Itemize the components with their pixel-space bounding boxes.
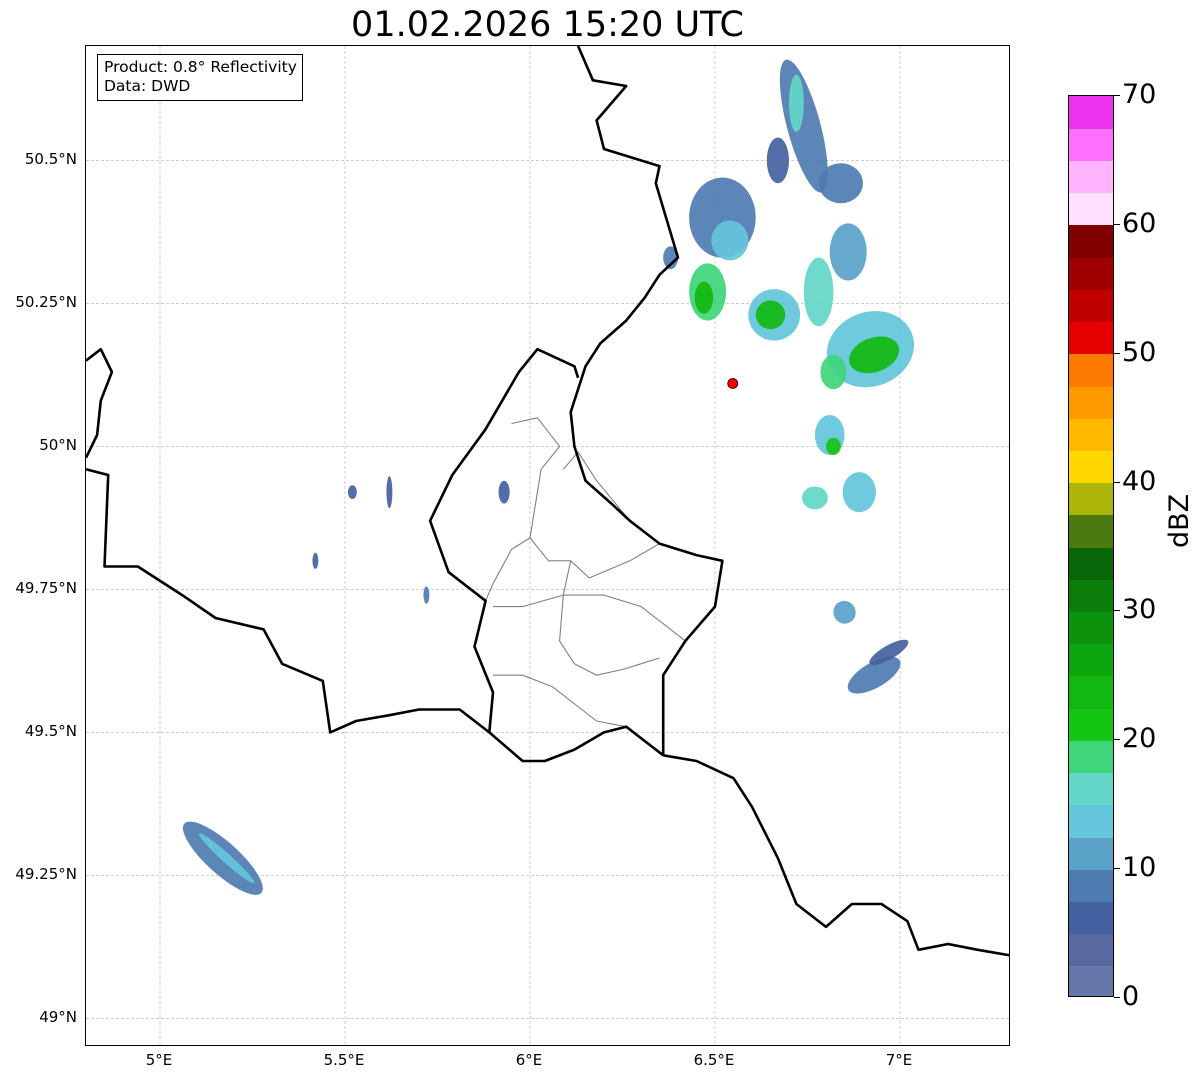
lat-tick-label: 49.75°N bbox=[15, 579, 77, 598]
colorbar-segment bbox=[1069, 482, 1113, 516]
colorbar-tick-label: 20 bbox=[1122, 723, 1157, 755]
country-border bbox=[86, 347, 114, 459]
country-border bbox=[86, 468, 491, 734]
lon-tick-label: 6°E bbox=[515, 1051, 543, 1069]
colorbar-tick-mark bbox=[1114, 868, 1120, 870]
colorbar-segment bbox=[1069, 965, 1113, 996]
colorbar-segment bbox=[1069, 289, 1113, 323]
radar-echo bbox=[818, 163, 863, 204]
colorbar-segment bbox=[1069, 675, 1113, 709]
radar-echo bbox=[312, 552, 319, 569]
radar-echo bbox=[711, 220, 749, 261]
radar-echo bbox=[842, 472, 876, 513]
map-plot-area[interactable] bbox=[85, 45, 1010, 1046]
colorbar-segment bbox=[1069, 450, 1113, 484]
lon-tick-label: 6.5°E bbox=[693, 1051, 735, 1069]
colorbar-segment bbox=[1069, 192, 1113, 226]
colorbar-segment bbox=[1069, 933, 1113, 967]
lat-tick-label: 50.25°N bbox=[15, 293, 77, 312]
map-canvas bbox=[86, 46, 1009, 1045]
colorbar-tick-label: 10 bbox=[1122, 852, 1157, 884]
radar-echo bbox=[347, 485, 357, 500]
colorbar-segment bbox=[1069, 611, 1113, 645]
country-border bbox=[662, 754, 1009, 957]
radar-echo bbox=[694, 281, 714, 314]
canton-border bbox=[485, 417, 561, 602]
colorbar-segment bbox=[1069, 321, 1113, 355]
canton-border bbox=[529, 537, 660, 579]
colorbar-tick-mark bbox=[1114, 997, 1120, 998]
radar-echo bbox=[386, 476, 393, 509]
data-source-label: Data: DWD bbox=[104, 77, 191, 95]
graticule-gridlines bbox=[86, 46, 1009, 1045]
radar-echoes bbox=[182, 59, 915, 895]
colorbar-unit-label: dBZ bbox=[1164, 493, 1195, 548]
colorbar-segment bbox=[1069, 836, 1113, 870]
colorbar-segment bbox=[1069, 514, 1113, 548]
lon-tick-label: 7°E bbox=[885, 1051, 913, 1069]
country-border bbox=[488, 725, 664, 763]
colorbar-segment bbox=[1069, 579, 1113, 613]
colorbar-tick-mark bbox=[1114, 223, 1120, 225]
lat-tick-label: 50°N bbox=[39, 436, 77, 455]
lat-tick-label: 49°N bbox=[39, 1008, 77, 1027]
radar-echo bbox=[766, 137, 790, 184]
colorbar-tick-mark bbox=[1114, 95, 1120, 96]
colorbar-segment bbox=[1069, 740, 1113, 774]
lon-tick-label: 5.5°E bbox=[323, 1051, 365, 1069]
colorbar-tick-mark bbox=[1114, 352, 1120, 354]
colorbar-segment bbox=[1069, 418, 1113, 451]
colorbar-segment bbox=[1069, 643, 1113, 677]
canton-border bbox=[559, 560, 660, 676]
radar-site-dot bbox=[727, 378, 739, 389]
colorbar bbox=[1068, 95, 1114, 997]
colorbar-segment bbox=[1069, 547, 1113, 580]
colorbar-segment bbox=[1069, 804, 1113, 838]
colorbar-segment bbox=[1069, 128, 1113, 162]
colorbar-segment bbox=[1069, 385, 1113, 419]
product-label: Product: 0.8° Reflectivity bbox=[104, 58, 297, 76]
colorbar-tick-mark bbox=[1114, 481, 1120, 483]
colorbar-segment bbox=[1069, 96, 1113, 129]
colorbar-segment bbox=[1069, 869, 1113, 902]
colorbar-tick-label: 0 bbox=[1122, 981, 1140, 1012]
radar-echo bbox=[826, 437, 841, 455]
radar-echo bbox=[498, 480, 510, 504]
canton-borders bbox=[485, 417, 686, 728]
lon-tick-label: 5°E bbox=[145, 1051, 173, 1069]
colorbar-tick-mark bbox=[1114, 739, 1120, 741]
colorbar-segment bbox=[1069, 708, 1113, 741]
radar-echo bbox=[755, 300, 786, 330]
radar-echo bbox=[820, 354, 847, 390]
colorbar-segment bbox=[1069, 224, 1113, 258]
radar-echo bbox=[803, 257, 834, 327]
country-border bbox=[569, 46, 724, 756]
radar-echo bbox=[833, 600, 856, 624]
lat-tick-label: 49.5°N bbox=[24, 722, 77, 741]
colorbar-segment bbox=[1069, 257, 1113, 290]
map-title: 01.02.2026 15:20 UTC bbox=[351, 5, 744, 45]
colorbar-tick-label: 30 bbox=[1122, 594, 1157, 626]
radar-site-marker bbox=[727, 378, 739, 389]
colorbar-segment bbox=[1069, 772, 1113, 806]
canton-border bbox=[493, 674, 627, 728]
canton-border bbox=[493, 594, 686, 642]
radar-echo bbox=[829, 223, 867, 281]
colorbar-tick-label: 70 bbox=[1122, 79, 1157, 110]
colorbar-tick-label: 40 bbox=[1122, 465, 1157, 497]
product-info-box: Product: 0.8° Reflectivity Data: DWD bbox=[97, 54, 303, 101]
lat-tick-label: 50.5°N bbox=[24, 150, 77, 169]
colorbar-tick-label: 60 bbox=[1122, 207, 1157, 239]
colorbar-segment bbox=[1069, 901, 1113, 935]
radar-echo bbox=[423, 586, 430, 604]
colorbar-tick-label: 50 bbox=[1122, 336, 1157, 368]
colorbar-segment bbox=[1069, 160, 1113, 194]
colorbar-tick-mark bbox=[1114, 610, 1120, 612]
radar-echo bbox=[801, 486, 828, 510]
radar-echo bbox=[789, 74, 804, 132]
colorbar-segment bbox=[1069, 353, 1113, 387]
lat-tick-label: 49.25°N bbox=[15, 865, 77, 884]
